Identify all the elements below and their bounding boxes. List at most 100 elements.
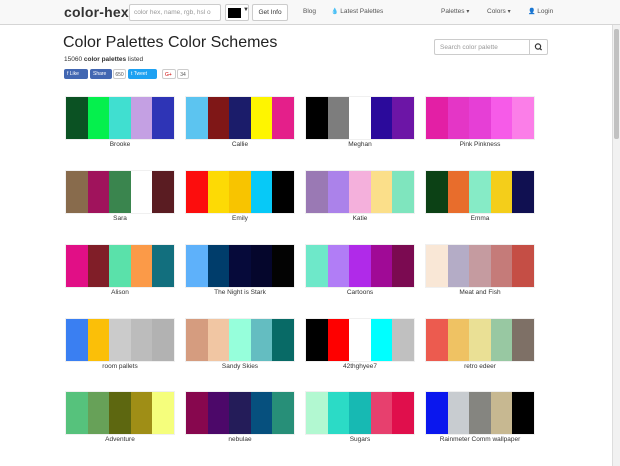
palette-swatch-bar[interactable] bbox=[65, 96, 175, 140]
palette-color-swatch[interactable] bbox=[66, 392, 88, 434]
palette-color-swatch[interactable] bbox=[469, 171, 491, 213]
palette-color-swatch[interactable] bbox=[490, 171, 513, 213]
palette-color-swatch[interactable] bbox=[349, 392, 371, 434]
palette-swatch-bar[interactable] bbox=[65, 391, 175, 435]
palette-color-swatch[interactable] bbox=[186, 97, 208, 139]
palette-color-swatch[interactable] bbox=[130, 97, 153, 139]
nav-colors-dropdown[interactable]: Colors ▾ bbox=[487, 8, 511, 15]
palette-color-swatch[interactable] bbox=[370, 319, 393, 361]
palette-swatch-bar[interactable] bbox=[305, 318, 415, 362]
palette-color-swatch[interactable] bbox=[207, 245, 230, 287]
palette-swatch-bar[interactable] bbox=[185, 244, 295, 288]
palette-color-swatch[interactable] bbox=[349, 319, 371, 361]
palette-color-swatch[interactable] bbox=[186, 245, 208, 287]
palette-swatch-bar[interactable] bbox=[65, 170, 175, 214]
color-picker-button[interactable]: ▼ bbox=[225, 4, 249, 21]
color-search-input[interactable]: color hex, name, rgb, hsl o bbox=[129, 4, 221, 21]
palette-color-swatch[interactable] bbox=[250, 392, 273, 434]
palette-card[interactable]: Adventure bbox=[65, 391, 175, 449]
palette-name[interactable]: Rainmeter Comm wallpaper bbox=[425, 436, 535, 443]
palette-color-swatch[interactable] bbox=[327, 171, 350, 213]
palette-color-swatch[interactable] bbox=[469, 392, 491, 434]
palette-color-swatch[interactable] bbox=[250, 171, 273, 213]
palette-name[interactable]: nebulae bbox=[185, 436, 295, 443]
palette-color-swatch[interactable] bbox=[447, 171, 470, 213]
palette-color-swatch[interactable] bbox=[512, 171, 534, 213]
palette-color-swatch[interactable] bbox=[272, 392, 294, 434]
palette-color-swatch[interactable] bbox=[207, 392, 230, 434]
palette-color-swatch[interactable] bbox=[426, 319, 448, 361]
palette-color-swatch[interactable] bbox=[130, 392, 153, 434]
palette-color-swatch[interactable] bbox=[207, 97, 230, 139]
palette-color-swatch[interactable] bbox=[426, 171, 448, 213]
palette-name[interactable]: Sara bbox=[65, 215, 175, 222]
palette-color-swatch[interactable] bbox=[207, 319, 230, 361]
palette-card[interactable]: nebulae bbox=[185, 391, 295, 449]
palette-search-button[interactable] bbox=[529, 39, 548, 55]
palette-card[interactable]: Katie bbox=[305, 170, 415, 228]
palette-color-swatch[interactable] bbox=[66, 319, 88, 361]
get-info-button[interactable]: Get Info bbox=[252, 4, 288, 21]
palette-color-swatch[interactable] bbox=[229, 171, 251, 213]
palette-swatch-bar[interactable] bbox=[425, 244, 535, 288]
palette-color-swatch[interactable] bbox=[272, 171, 294, 213]
palette-color-swatch[interactable] bbox=[469, 319, 491, 361]
nav-palettes-dropdown[interactable]: Palettes ▾ bbox=[441, 8, 469, 15]
nav-login[interactable]: 👤 Login bbox=[528, 8, 553, 15]
palette-name[interactable]: Pink Pinkness bbox=[425, 141, 535, 148]
palette-color-swatch[interactable] bbox=[87, 171, 110, 213]
palette-color-swatch[interactable] bbox=[130, 245, 153, 287]
palette-color-swatch[interactable] bbox=[426, 97, 448, 139]
palette-color-swatch[interactable] bbox=[306, 319, 328, 361]
palette-color-swatch[interactable] bbox=[229, 319, 251, 361]
nav-latest-palettes[interactable]: 💧 Latest Palettes bbox=[331, 8, 383, 15]
palette-color-swatch[interactable] bbox=[229, 392, 251, 434]
palette-card[interactable]: Brooke bbox=[65, 96, 175, 154]
palette-swatch-bar[interactable] bbox=[185, 318, 295, 362]
palette-color-swatch[interactable] bbox=[392, 319, 414, 361]
palette-swatch-bar[interactable] bbox=[305, 96, 415, 140]
palette-color-swatch[interactable] bbox=[370, 245, 393, 287]
palette-color-swatch[interactable] bbox=[109, 319, 131, 361]
palette-color-swatch[interactable] bbox=[207, 171, 230, 213]
palette-color-swatch[interactable] bbox=[327, 319, 350, 361]
palette-color-swatch[interactable] bbox=[392, 97, 414, 139]
palette-color-swatch[interactable] bbox=[469, 97, 491, 139]
palette-color-swatch[interactable] bbox=[447, 97, 470, 139]
palette-color-swatch[interactable] bbox=[512, 97, 534, 139]
palette-color-swatch[interactable] bbox=[66, 171, 88, 213]
palette-name[interactable]: Alison bbox=[65, 289, 175, 296]
palette-card[interactable]: Meghan bbox=[305, 96, 415, 154]
palette-swatch-bar[interactable] bbox=[425, 391, 535, 435]
palette-name[interactable]: retro edeer bbox=[425, 363, 535, 370]
palette-swatch-bar[interactable] bbox=[425, 318, 535, 362]
palette-color-swatch[interactable] bbox=[272, 97, 294, 139]
palette-card[interactable]: Emma bbox=[425, 170, 535, 228]
palette-color-swatch[interactable] bbox=[370, 171, 393, 213]
palette-swatch-bar[interactable] bbox=[305, 170, 415, 214]
palette-color-swatch[interactable] bbox=[272, 245, 294, 287]
palette-color-swatch[interactable] bbox=[306, 245, 328, 287]
palette-color-swatch[interactable] bbox=[370, 97, 393, 139]
palette-color-swatch[interactable] bbox=[229, 245, 251, 287]
palette-color-swatch[interactable] bbox=[306, 392, 328, 434]
palette-color-swatch[interactable] bbox=[327, 245, 350, 287]
scrollbar[interactable] bbox=[612, 25, 620, 466]
palette-color-swatch[interactable] bbox=[447, 245, 470, 287]
palette-card[interactable]: Sandy Skies bbox=[185, 318, 295, 376]
google-plus-button[interactable]: G+ bbox=[162, 69, 176, 79]
facebook-share-button[interactable]: Share bbox=[90, 69, 112, 79]
palette-color-swatch[interactable] bbox=[447, 392, 470, 434]
palette-color-swatch[interactable] bbox=[349, 245, 371, 287]
palette-color-swatch[interactable] bbox=[392, 392, 414, 434]
palette-swatch-bar[interactable] bbox=[185, 170, 295, 214]
palette-color-swatch[interactable] bbox=[392, 245, 414, 287]
palette-color-swatch[interactable] bbox=[186, 319, 208, 361]
palette-swatch-bar[interactable] bbox=[185, 391, 295, 435]
palette-color-swatch[interactable] bbox=[250, 245, 273, 287]
palette-color-swatch[interactable] bbox=[87, 319, 110, 361]
palette-swatch-bar[interactable] bbox=[65, 318, 175, 362]
palette-color-swatch[interactable] bbox=[512, 392, 534, 434]
palette-color-swatch[interactable] bbox=[327, 392, 350, 434]
palette-color-swatch[interactable] bbox=[250, 97, 273, 139]
